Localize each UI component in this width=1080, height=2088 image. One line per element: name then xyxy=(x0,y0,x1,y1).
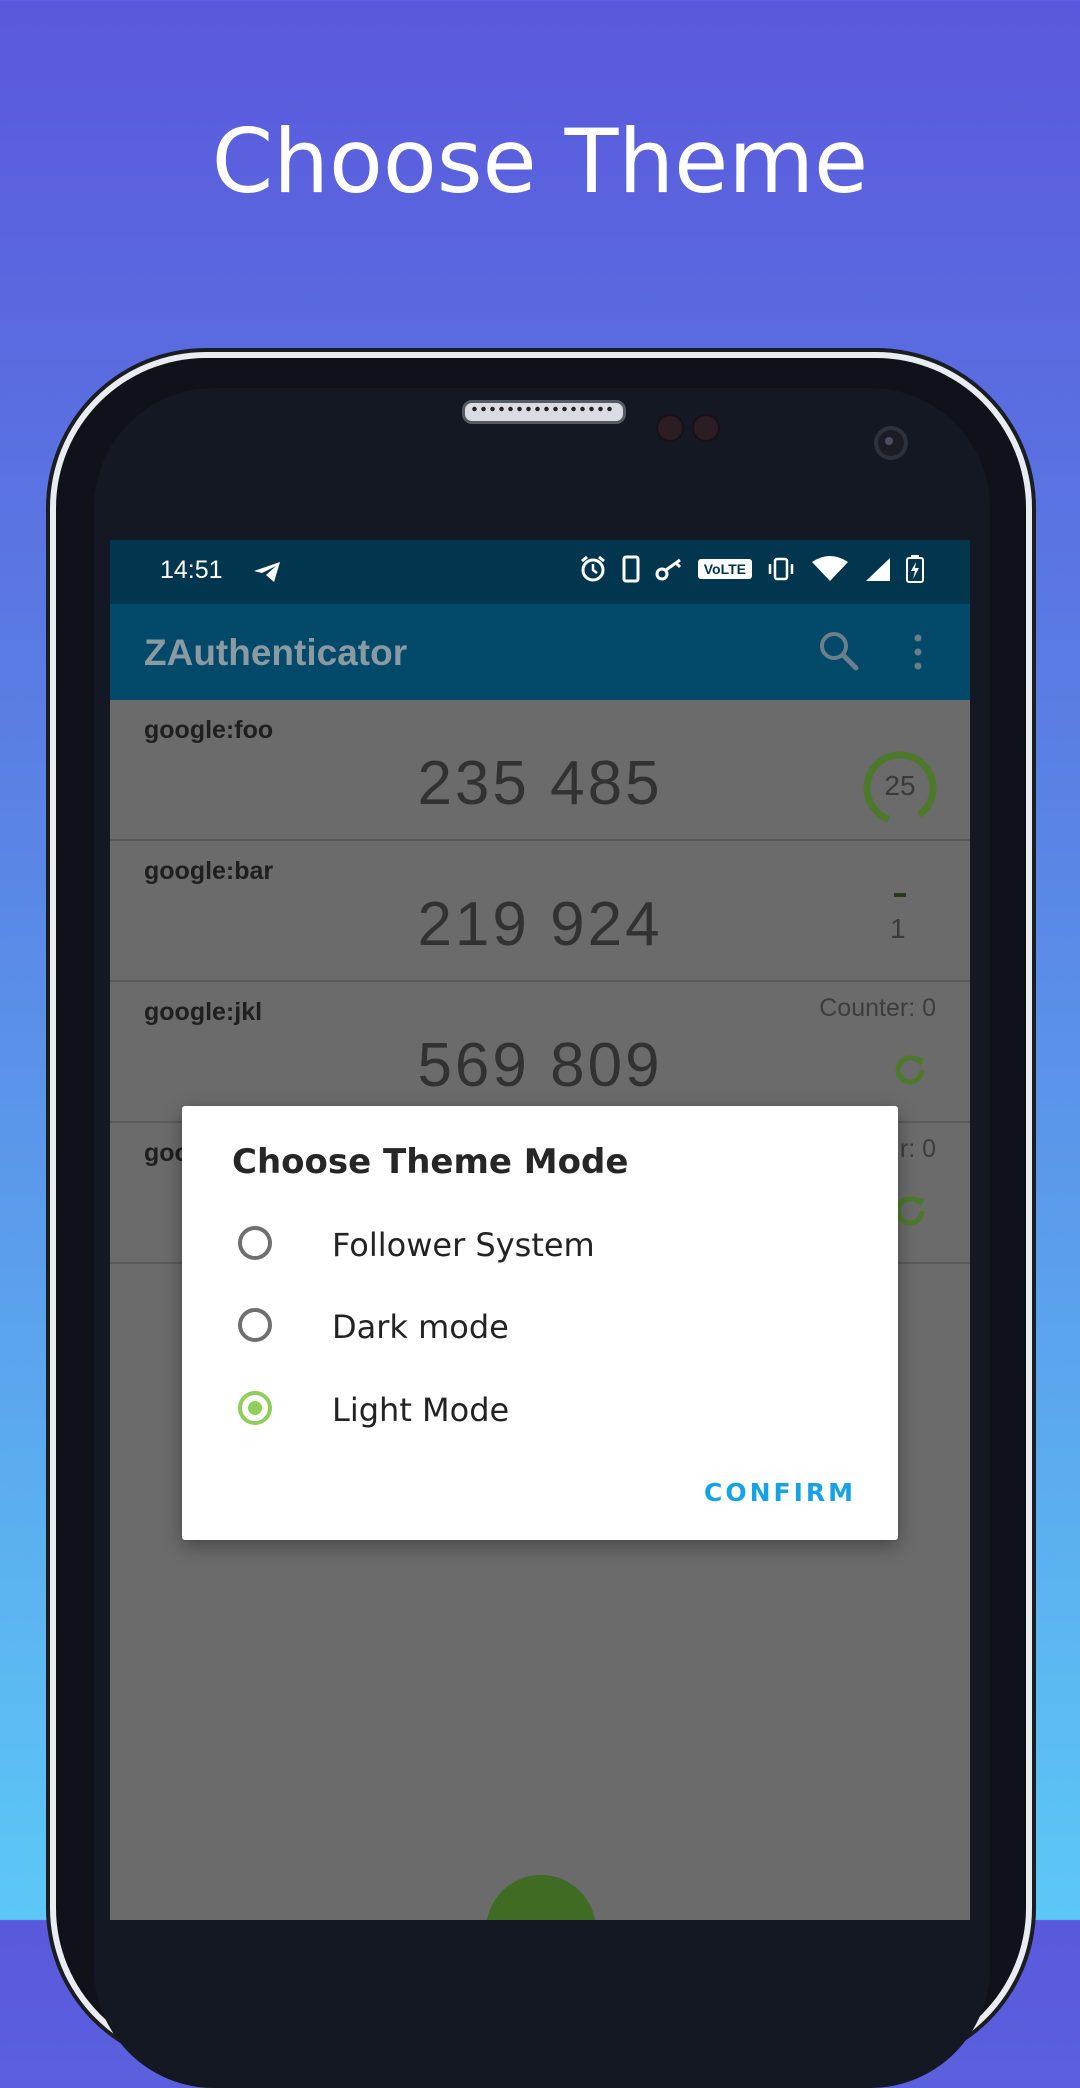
phone-device-icon xyxy=(622,555,640,583)
vpn-key-icon xyxy=(655,558,681,581)
wifi-icon xyxy=(812,556,848,581)
speaker-grille xyxy=(470,404,612,414)
app-title: ZAuthenticator xyxy=(144,632,408,673)
phone-side-button-left xyxy=(48,630,56,920)
light-sensor xyxy=(692,414,720,442)
counter-label: r: 0 xyxy=(899,1135,936,1163)
status-time: 14:51 xyxy=(160,556,223,584)
option-label: Follower System xyxy=(332,1226,595,1264)
counter-label: Counter: 0 xyxy=(819,994,936,1022)
countdown-timer-icon xyxy=(894,893,906,897)
proximity-sensor xyxy=(656,414,684,442)
telegram-icon xyxy=(254,562,280,582)
volte-badge: VoLTE xyxy=(697,559,752,579)
battery-icon xyxy=(906,555,924,583)
refresh-icon[interactable] xyxy=(890,1050,930,1090)
countdown-seconds: 25 xyxy=(884,770,916,801)
account-label: google:bar xyxy=(144,857,274,885)
theme-mode-dialog: Choose Theme Mode Follower System Dark m… xyxy=(182,1106,898,1540)
otp-code: 235 485 xyxy=(417,749,663,818)
account-label: google:foo xyxy=(144,716,274,744)
vibrate-icon xyxy=(768,557,794,581)
signal-icon xyxy=(866,558,890,581)
add-account-fab[interactable] xyxy=(486,1875,596,1920)
option-light-mode[interactable]: Light Mode xyxy=(232,1383,832,1443)
option-label: Light Mode xyxy=(332,1391,510,1429)
otp-code: 569 809 xyxy=(417,1031,663,1100)
dialog-title: Choose Theme Mode xyxy=(232,1142,629,1182)
account-label: google:jkl xyxy=(144,998,263,1026)
radio-button[interactable] xyxy=(238,1308,272,1342)
alarm-icon xyxy=(580,555,605,582)
list-item[interactable]: google:foo 235 485 25 xyxy=(110,700,970,841)
list-item[interactable]: google:jkl Counter: 0 569 809 xyxy=(110,982,970,1123)
radio-button-selected[interactable] xyxy=(238,1391,272,1425)
option-follower-system[interactable]: Follower System xyxy=(232,1218,832,1278)
otp-code: 219 924 xyxy=(417,890,663,959)
list-item[interactable]: google:bar 219 924 1 xyxy=(110,841,970,982)
option-dark-mode[interactable]: Dark mode xyxy=(232,1300,832,1360)
search-icon[interactable] xyxy=(814,626,864,676)
countdown-seconds: 1 xyxy=(890,913,906,944)
option-label: Dark mode xyxy=(332,1308,509,1346)
status-bar: 14:51 VoLTE xyxy=(110,540,970,604)
front-camera xyxy=(874,426,908,460)
radio-button[interactable] xyxy=(238,1226,272,1260)
promo-headline: Choose Theme xyxy=(211,110,869,213)
status-icons: VoLTE xyxy=(578,554,924,584)
overflow-menu-icon[interactable] xyxy=(910,632,926,672)
confirm-button[interactable]: CONFIRM xyxy=(704,1478,856,1507)
app-bar: ZAuthenticator xyxy=(110,604,970,700)
